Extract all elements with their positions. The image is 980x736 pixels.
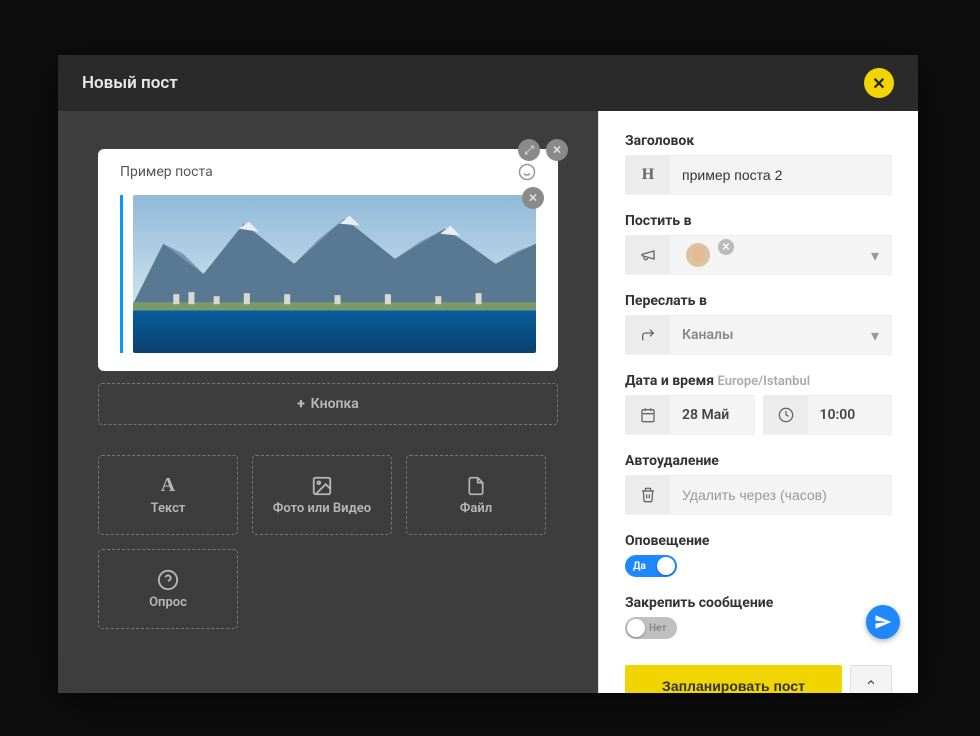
toggle-knob (657, 557, 675, 575)
heading-icon: H (626, 156, 670, 194)
attach-text-tile[interactable]: A Текст (98, 455, 238, 535)
schedule-button[interactable]: Запланировать пост (625, 665, 842, 693)
pin-label: Закрепить сообщение (625, 595, 892, 611)
time-input[interactable]: 10:00 (763, 395, 893, 435)
new-post-modal: Новый пост ✕ ⤢ ✕ Пример поста (58, 55, 918, 693)
datetime-field: Дата и время Europe/Istanbul 28 Май (625, 373, 892, 435)
datetime-row: 28 Май 10:00 (625, 395, 892, 435)
image-icon (311, 475, 333, 497)
chevron-down-icon: ▾ (859, 236, 891, 274)
attach-poll-tile[interactable]: Опрос (98, 549, 238, 629)
remove-image-button[interactable]: ✕ (522, 187, 544, 209)
pin-field: Закрепить сообщение Нет (625, 595, 892, 639)
autodelete-input[interactable] (670, 476, 891, 514)
image-attachment: ✕ (120, 195, 536, 353)
modal-header: Новый пост ✕ (58, 55, 918, 111)
datetime-label: Дата и время Europe/Istanbul (625, 373, 892, 389)
close-icon: ✕ (872, 74, 885, 93)
text-icon: A (161, 474, 175, 497)
remove-channel-button[interactable]: ✕ (718, 239, 734, 255)
close-button[interactable]: ✕ (864, 68, 894, 98)
autodelete-field: Автоудаление (625, 453, 892, 515)
settings-pane: Заголовок H Постить в ✕ (598, 111, 918, 693)
post-to-label: Постить в (625, 213, 892, 229)
forward-to-value: Каналы (670, 316, 859, 354)
attach-text-label: Текст (151, 501, 186, 516)
post-to-field: Постить в ✕ ▾ (625, 213, 892, 275)
clock-icon (764, 396, 808, 434)
title-input[interactable] (670, 156, 891, 194)
close-icon: ✕ (552, 143, 562, 157)
attach-poll-label: Опрос (149, 595, 187, 610)
chevron-down-icon: ▾ (859, 316, 891, 354)
emoji-button[interactable] (518, 163, 536, 181)
trash-icon (626, 476, 670, 514)
title-field: Заголовок H (625, 133, 892, 195)
smile-icon (518, 163, 536, 181)
pin-toggle[interactable]: Нет (625, 617, 677, 639)
toggle-off-label: Нет (649, 623, 667, 634)
attach-media-tile[interactable]: Фото или Видео (252, 455, 392, 535)
submit-row: Запланировать пост ⌃ (625, 665, 892, 693)
card-controls: ⤢ ✕ (518, 139, 568, 161)
avatar (686, 243, 710, 267)
toggle-knob (627, 619, 645, 637)
timezone-label: Europe/Istanbul (718, 374, 811, 389)
plus-icon: + (297, 396, 304, 412)
megaphone-icon (626, 236, 670, 274)
date-value: 28 Май (670, 396, 754, 434)
add-inline-button[interactable]: + Кнопка (98, 383, 558, 425)
time-value: 10:00 (808, 396, 892, 434)
notify-field: Оповещение Да (625, 533, 892, 577)
close-icon: ✕ (528, 191, 538, 205)
send-now-fab[interactable] (866, 605, 900, 639)
submit-dropdown-button[interactable]: ⌃ (850, 665, 892, 693)
notify-label: Оповещение (625, 533, 892, 549)
forward-to-field: Переслать в Каналы ▾ (625, 293, 892, 355)
post-caption[interactable]: Пример поста (120, 164, 213, 180)
attach-file-label: Файл (460, 501, 492, 516)
post-preview-card: ⤢ ✕ Пример поста ✕ (98, 149, 558, 371)
attach-grid: A Текст Фото или Видео Файл (98, 455, 558, 629)
question-icon (157, 569, 179, 591)
file-icon (466, 475, 486, 497)
forward-to-select[interactable]: Каналы ▾ (625, 315, 892, 355)
autodelete-label: Автоудаление (625, 453, 892, 469)
date-input[interactable]: 28 Май (625, 395, 755, 435)
attach-media-label: Фото или Видео (273, 501, 371, 516)
expand-button[interactable]: ⤢ (518, 139, 540, 161)
caret-up-icon: ⌃ (864, 677, 877, 694)
channel-chip: ✕ (670, 236, 859, 274)
composer-pane: ⤢ ✕ Пример поста ✕ (58, 111, 598, 693)
modal-body: ⤢ ✕ Пример поста ✕ (58, 111, 918, 693)
share-icon (626, 316, 670, 354)
send-icon (874, 613, 892, 631)
title-label: Заголовок (625, 133, 892, 149)
forward-to-label: Переслать в (625, 293, 892, 309)
title-input-row: H (625, 155, 892, 195)
remove-card-button[interactable]: ✕ (546, 139, 568, 161)
calendar-icon (626, 396, 670, 434)
modal-title: Новый пост (82, 73, 178, 93)
attach-file-tile[interactable]: Файл (406, 455, 546, 535)
add-button-label: Кнопка (311, 396, 359, 412)
attached-image[interactable] (133, 195, 536, 353)
post-to-select[interactable]: ✕ ▾ (625, 235, 892, 275)
expand-icon: ⤢ (524, 143, 534, 158)
caption-row: Пример поста (120, 163, 536, 181)
autodelete-input-row (625, 475, 892, 515)
toggle-on-label: Да (633, 561, 646, 572)
notify-toggle[interactable]: Да (625, 555, 677, 577)
